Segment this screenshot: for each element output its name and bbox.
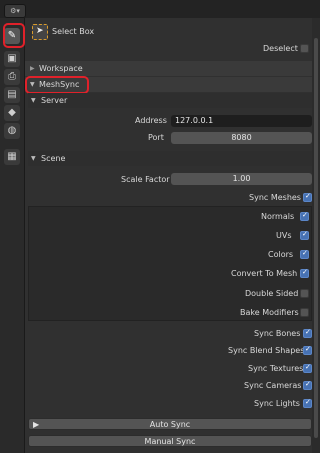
sync-meshes-label: Sync Meshes bbox=[249, 193, 301, 202]
workspace-panel-header[interactable]: ▶ Workspace bbox=[25, 61, 312, 76]
bake-modifiers-checkbox[interactable] bbox=[300, 308, 309, 317]
sync-textures-checkbox[interactable] bbox=[303, 363, 312, 373]
sync-blend-shapes-checkbox[interactable] bbox=[303, 345, 312, 355]
normals-checkbox[interactable] bbox=[300, 211, 309, 221]
sync-blend-shapes-label: Sync Blend Shapes bbox=[228, 346, 305, 355]
sync-lights-label: Sync Lights bbox=[254, 399, 300, 408]
server-panel-header[interactable]: ▼ Server bbox=[28, 93, 312, 108]
sync-bones-checkbox[interactable] bbox=[303, 328, 312, 338]
scale-factor-label: Scale Factor bbox=[121, 175, 170, 184]
world-icon[interactable]: ◍ bbox=[4, 123, 20, 139]
view-layer-icon[interactable]: ▤ bbox=[4, 87, 20, 103]
address-field[interactable]: 127.0.0.1 bbox=[171, 115, 312, 127]
play-icon: ▶ bbox=[33, 420, 40, 429]
collapse-arrow-icon: ▼ bbox=[30, 81, 35, 88]
uvs-checkbox[interactable] bbox=[300, 230, 309, 240]
deselect-checkbox[interactable] bbox=[300, 44, 309, 53]
scene-panel-header[interactable]: ▼ Scene bbox=[28, 151, 312, 166]
sync-cameras-label: Sync Cameras bbox=[244, 381, 302, 390]
mesh-options-box bbox=[28, 206, 312, 321]
sync-meshes-checkbox[interactable] bbox=[303, 192, 312, 202]
select-box-icon[interactable]: ➤ bbox=[32, 24, 48, 40]
collapse-arrow-icon: ▼ bbox=[31, 97, 36, 104]
expand-arrow-icon: ▶ bbox=[30, 65, 35, 72]
scroll-thumb[interactable] bbox=[314, 38, 318, 438]
port-field[interactable]: 8080 bbox=[171, 132, 312, 144]
convert-to-mesh-checkbox[interactable] bbox=[300, 268, 309, 278]
convert-to-mesh-label: Convert To Mesh bbox=[231, 269, 298, 278]
scrollbar[interactable] bbox=[312, 18, 320, 453]
sync-textures-label: Sync Textures bbox=[248, 364, 304, 373]
texture-icon[interactable]: ▦ bbox=[4, 149, 20, 165]
port-label: Port bbox=[148, 133, 164, 142]
meshsync-panel-header[interactable]: ▼ MeshSync bbox=[25, 77, 312, 92]
tool-icon[interactable]: ✎ bbox=[4, 28, 20, 44]
sync-cameras-checkbox[interactable] bbox=[303, 380, 312, 390]
tool-name: Select Box bbox=[52, 27, 95, 36]
output-icon[interactable]: ⎙ bbox=[4, 69, 20, 85]
uvs-label: UVs bbox=[276, 231, 292, 240]
bake-modifiers-label: Bake Modifiers bbox=[240, 308, 299, 317]
deselect-label: Deselect bbox=[263, 44, 298, 53]
colors-label: Colors bbox=[268, 250, 294, 259]
scale-factor-field[interactable]: 1.00 bbox=[171, 173, 312, 185]
collapse-arrow-icon: ▼ bbox=[31, 155, 36, 162]
sync-bones-label: Sync Bones bbox=[254, 329, 301, 338]
colors-checkbox[interactable] bbox=[300, 249, 309, 259]
double-sided-label: Double Sided bbox=[245, 289, 299, 298]
editor-type-button[interactable]: ⚙▾ bbox=[4, 4, 26, 18]
manual-sync-button[interactable]: Manual Sync bbox=[28, 435, 312, 447]
sync-lights-checkbox[interactable] bbox=[303, 398, 312, 408]
auto-sync-button[interactable]: ▶ Auto Sync bbox=[28, 418, 312, 430]
address-label: Address bbox=[135, 116, 167, 125]
properties-header: ⚙▾ bbox=[0, 0, 320, 18]
scene-icon[interactable]: ◆ bbox=[4, 105, 20, 121]
normals-label: Normals bbox=[261, 212, 295, 221]
render-icon[interactable]: ▣ bbox=[4, 51, 20, 67]
double-sided-checkbox[interactable] bbox=[300, 289, 309, 298]
properties-tab-bar: ✎ ▣ ⎙ ▤ ◆ ◍ ▦ bbox=[0, 18, 25, 453]
